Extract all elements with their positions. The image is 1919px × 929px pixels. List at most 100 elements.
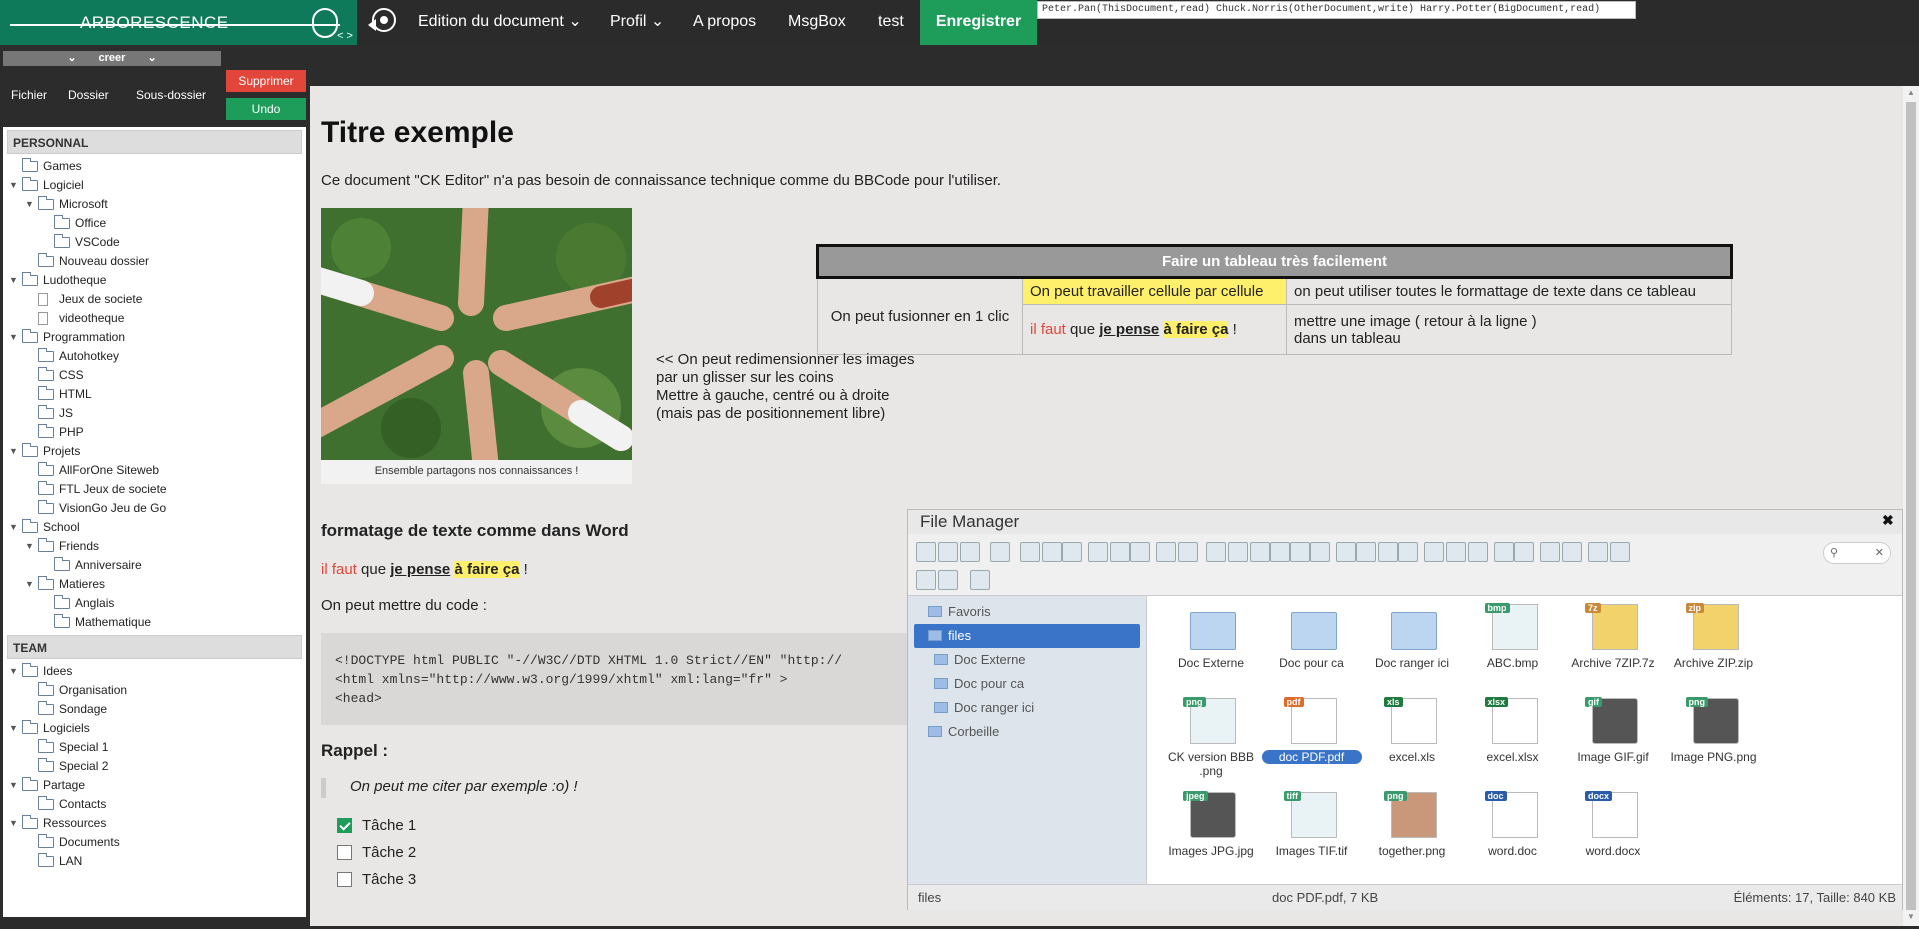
- tree-item[interactable]: ▼ Ressources: [3, 814, 306, 833]
- tree-item[interactable]: PHP: [3, 423, 306, 442]
- tree-item[interactable]: ▼ Matieres: [3, 575, 306, 594]
- expand-toggle-icon[interactable]: ▼: [9, 776, 19, 795]
- list-view-icon[interactable]: [1468, 542, 1488, 562]
- tree-item[interactable]: Special 1: [3, 738, 306, 757]
- file-item[interactable]: docx word.docx: [1558, 788, 1668, 878]
- file-search-input[interactable]: ⚲ ✕: [1823, 542, 1891, 564]
- permissions-field[interactable]: Peter.Pan(ThisDocument,read) Chuck.Norri…: [1037, 1, 1636, 19]
- undo-icon[interactable]: [1156, 542, 1176, 562]
- tree-item[interactable]: Contacts: [3, 795, 306, 814]
- tree-item[interactable]: Office: [3, 214, 306, 233]
- tree-item[interactable]: ▼ School: [3, 518, 306, 537]
- expand-toggle-icon[interactable]: ▼: [9, 662, 19, 681]
- paste-icon[interactable]: [1250, 542, 1270, 562]
- info-icon[interactable]: [1356, 542, 1376, 562]
- menu-test[interactable]: test: [878, 0, 904, 45]
- tree-item[interactable]: Special 2: [3, 757, 306, 776]
- download-icon[interactable]: [1020, 542, 1040, 562]
- tree-item[interactable]: Nouveau dossier: [3, 252, 306, 271]
- file-item[interactable]: doc word.doc: [1458, 788, 1568, 878]
- up-icon[interactable]: [960, 542, 980, 562]
- slider-handle[interactable]: [312, 8, 338, 38]
- delete-icon[interactable]: [1290, 542, 1310, 562]
- sidebar-item[interactable]: Favoris: [914, 600, 1140, 624]
- expand-toggle-icon[interactable]: ▼: [9, 518, 19, 537]
- menu-msgbox[interactable]: MsgBox: [788, 0, 846, 45]
- file-item[interactable]: gif Image GIF.gif: [1558, 694, 1668, 784]
- archive-icon[interactable]: [1398, 542, 1418, 562]
- sidebar-item[interactable]: files: [914, 624, 1140, 648]
- task-item[interactable]: Tâche 1: [337, 817, 416, 834]
- tree-item[interactable]: Games: [3, 157, 306, 176]
- tree-item[interactable]: videotheque: [3, 309, 306, 328]
- redo-icon[interactable]: [1178, 542, 1198, 562]
- sidebar-item[interactable]: Doc Externe: [932, 648, 1140, 672]
- scroll-down-icon[interactable]: ▼: [1907, 912, 1915, 921]
- tree-item[interactable]: Autohotkey: [3, 347, 306, 366]
- table-cell-merged[interactable]: On peut fusionner en 1 clic: [817, 277, 1023, 355]
- help-info-icon[interactable]: [1514, 542, 1534, 562]
- menu-apropos[interactable]: A propos: [693, 0, 756, 45]
- tree-item[interactable]: ▼ Microsoft: [3, 195, 306, 214]
- checkbox-checked[interactable]: [337, 818, 352, 833]
- extract-icon[interactable]: [1540, 542, 1560, 562]
- close-icon[interactable]: ✖: [1882, 512, 1894, 529]
- file-item[interactable]: Doc pour ca: [1257, 600, 1367, 690]
- checkbox[interactable]: [337, 872, 352, 887]
- expand-toggle-icon[interactable]: ▼: [9, 271, 19, 290]
- tree-item[interactable]: CSS: [3, 366, 306, 385]
- tree-item[interactable]: ▼ Friends: [3, 537, 306, 556]
- expand-toggle-icon[interactable]: ▼: [25, 575, 35, 594]
- editor-scrollbar[interactable]: ▲ ▼: [1903, 86, 1919, 926]
- tree-item[interactable]: VisionGo Jeu de Go: [3, 499, 306, 518]
- preview-icon[interactable]: [1494, 542, 1514, 562]
- file-item[interactable]: png together.png: [1357, 788, 1467, 878]
- open-icon[interactable]: [1088, 542, 1108, 562]
- upload-icon[interactable]: [1042, 542, 1062, 562]
- copy-icon[interactable]: [1206, 542, 1226, 562]
- tree-item[interactable]: Anniversaire: [3, 556, 306, 575]
- tree-item[interactable]: Organisation: [3, 681, 306, 700]
- clear-icon[interactable]: ✕: [1875, 543, 1884, 563]
- settings-icon[interactable]: [916, 570, 936, 590]
- undo-button[interactable]: Undo: [226, 98, 306, 120]
- forward-icon[interactable]: [938, 542, 958, 562]
- brand-slider[interactable]: ARBORESCENCE < >: [0, 0, 357, 45]
- sidebar-item[interactable]: Doc pour ca: [932, 672, 1140, 696]
- file-item[interactable]: xls excel.xls: [1357, 694, 1467, 784]
- tree-item[interactable]: ▼ Logiciel: [3, 176, 306, 195]
- list-icon[interactable]: [1588, 542, 1608, 562]
- tree-item[interactable]: VSCode: [3, 233, 306, 252]
- expand-toggle-icon[interactable]: ▼: [9, 328, 19, 347]
- save-disk-icon[interactable]: [1110, 542, 1130, 562]
- grid-view-icon[interactable]: [1424, 542, 1444, 562]
- create-dropdown[interactable]: ⌄ creer ⌄: [3, 51, 221, 66]
- file-item[interactable]: tiff Images TIF.tif: [1257, 788, 1367, 878]
- cut-icon[interactable]: [1228, 542, 1248, 562]
- menu-edition[interactable]: Edition du document ⌄: [418, 0, 582, 45]
- small-grid-icon[interactable]: [1446, 542, 1466, 562]
- file-item[interactable]: xlsx excel.xlsx: [1458, 694, 1568, 784]
- save-button[interactable]: Enregistrer: [920, 0, 1037, 45]
- file-item[interactable]: png CK version BBB .png: [1156, 694, 1266, 784]
- table-cell-rich[interactable]: il faut que je pense à faire ça !: [1022, 304, 1287, 355]
- tree-item[interactable]: Anglais: [3, 594, 306, 613]
- duplicate-icon[interactable]: [1270, 542, 1290, 562]
- scroll-up-icon[interactable]: ▲: [1907, 88, 1915, 97]
- table-cell-yellow[interactable]: On peut travailler cellule par cellule: [1022, 277, 1287, 305]
- tree-item[interactable]: ▼ Ludotheque: [3, 271, 306, 290]
- task-item[interactable]: Tâche 2: [337, 844, 416, 861]
- tree-item[interactable]: ▼ Programmation: [3, 328, 306, 347]
- file-item[interactable]: bmp ABC.bmp: [1458, 600, 1568, 690]
- tree-item[interactable]: ▼ Partage: [3, 776, 306, 795]
- expand-toggle-icon[interactable]: ▼: [9, 442, 19, 461]
- sidebar-item[interactable]: Doc ranger ici: [932, 696, 1140, 720]
- new-file-button[interactable]: Fichier: [11, 88, 47, 102]
- file-item[interactable]: pdf doc PDF.pdf: [1257, 694, 1367, 784]
- tree-item[interactable]: FTL Jeux de societe: [3, 480, 306, 499]
- fullscreen-icon[interactable]: [970, 570, 990, 590]
- computer-icon[interactable]: [990, 542, 1010, 562]
- delete-button[interactable]: Supprimer: [226, 70, 306, 92]
- file-item[interactable]: zip Archive ZIP.zip: [1659, 600, 1769, 690]
- file-item[interactable]: 7z Archive 7ZIP.7z: [1558, 600, 1668, 690]
